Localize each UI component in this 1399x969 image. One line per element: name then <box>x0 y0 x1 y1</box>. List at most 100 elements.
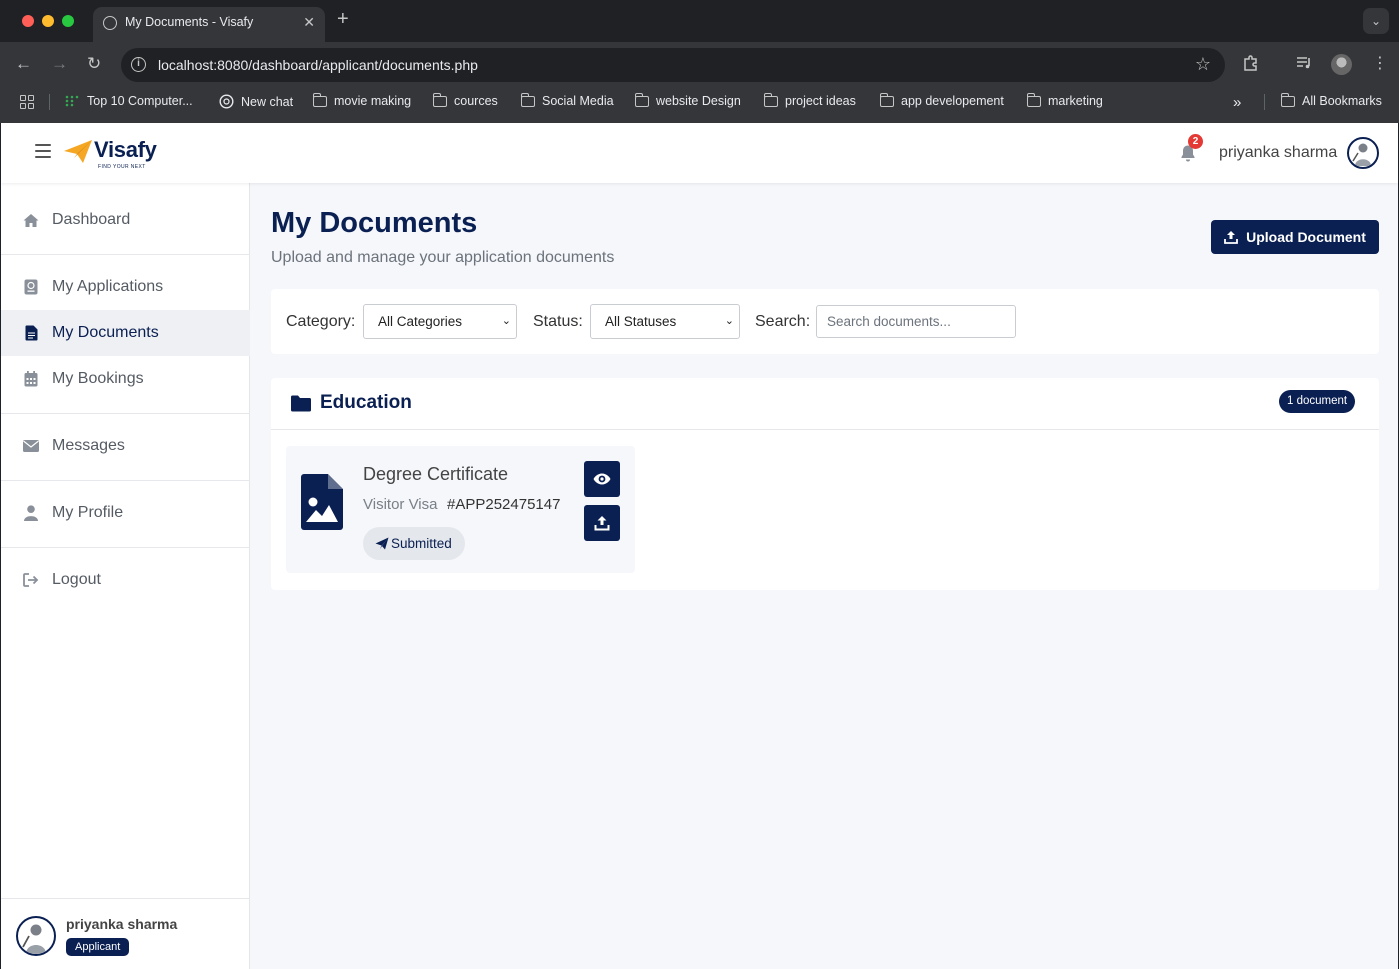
main-content: My Documents Upload and manage your appl… <box>251 183 1398 969</box>
chevron-down-icon: ⌄ <box>501 315 511 327</box>
media-control-icon[interactable] <box>1295 54 1313 78</box>
view-document-button[interactable] <box>584 461 620 497</box>
tab-title: My Documents - Visafy <box>125 15 254 29</box>
bookmark-folder[interactable]: website Design <box>634 92 741 108</box>
folder-icon <box>1280 92 1295 107</box>
status-select[interactable]: All Statuses ⌄ <box>590 304 740 339</box>
bookmark-folder[interactable]: project ideas <box>763 92 856 108</box>
sidebar-item-logout[interactable]: Logout <box>1 557 250 603</box>
upload-document-button[interactable]: Upload Document <box>1211 220 1379 254</box>
sidebar-avatar <box>16 916 56 956</box>
visa-type: Visitor Visa <box>363 496 438 513</box>
bookmark-item[interactable]: Top 10 Computer... <box>64 94 193 108</box>
notification-count-badge: 2 <box>1188 134 1203 149</box>
tab-strip: My Documents - Visafy ✕ + ⌄ <box>0 0 1399 42</box>
sidebar-item-dashboard[interactable]: Dashboard <box>1 197 250 243</box>
sidebar: Dashboard My Applications My Documents M… <box>1 183 250 969</box>
brand-logo[interactable]: Visafy FIND YOUR NEXT <box>63 135 163 175</box>
sidebar-item-my-documents[interactable]: My Documents <box>1 310 250 356</box>
user-icon <box>23 505 39 521</box>
search-label: Search: <box>755 313 811 330</box>
logout-icon <box>23 572 39 588</box>
bookmark-star-icon[interactable]: ☆ <box>1195 54 1211 75</box>
page-subtitle: Upload and manage your application docum… <box>271 249 615 266</box>
new-tab-button[interactable]: + <box>337 9 349 29</box>
document-category-panel: Education 1 document Degree Certificate … <box>271 378 1379 590</box>
sidebar-item-my-bookings[interactable]: My Bookings <box>1 356 250 402</box>
envelope-icon <box>23 438 39 454</box>
close-tab-icon[interactable]: ✕ <box>303 14 315 31</box>
chevron-down-icon: ⌄ <box>724 315 734 327</box>
extensions-icon[interactable] <box>1242 54 1260 78</box>
folder-icon <box>312 92 327 107</box>
upload-icon <box>594 516 610 531</box>
bookmark-folder[interactable]: marketing <box>1026 92 1103 108</box>
folder-icon <box>291 395 311 412</box>
sidebar-divider <box>1 254 250 255</box>
all-bookmarks-button[interactable]: All Bookmarks <box>1280 92 1382 108</box>
header-user-name[interactable]: priyanka sharma <box>1219 144 1337 162</box>
bookmarks-bar: Top 10 Computer... New chat movie making… <box>0 87 1399 117</box>
bookmark-folder[interactable]: Social Media <box>520 92 614 108</box>
maximize-window-button[interactable] <box>62 15 74 27</box>
sidebar-user-card[interactable]: priyanka sharma Applicant <box>1 898 250 969</box>
sidebar-divider <box>1 547 250 548</box>
bookmark-folder[interactable]: movie making <box>312 92 411 108</box>
category-select[interactable]: All Categories ⌄ <box>363 304 517 339</box>
url-text[interactable]: localhost:8080/dashboard/applicant/docum… <box>158 57 478 73</box>
bookmarks-overflow-button[interactable]: » <box>1233 94 1241 111</box>
category-header: Education 1 document <box>271 378 1379 430</box>
forward-arrow-icon[interactable]: → <box>51 54 68 74</box>
bookmark-folder[interactable]: cources <box>432 92 498 108</box>
folder-icon <box>1026 92 1041 107</box>
site-info-icon[interactable]: i <box>131 57 146 72</box>
browser-chrome: My Documents - Visafy ✕ + ⌄ ← → ↻ i loca… <box>0 0 1399 123</box>
application-reference: #APP252475147 <box>447 496 561 513</box>
reload-icon[interactable]: ↻ <box>87 54 101 74</box>
bookmark-folder[interactable]: app developement <box>879 92 1004 108</box>
eye-icon <box>593 473 611 485</box>
bookmark-item[interactable]: New chat <box>219 94 293 109</box>
chat-icon <box>219 94 234 109</box>
hamburger-menu-icon[interactable] <box>35 144 51 158</box>
globe-icon <box>103 16 117 30</box>
browser-toolbar: ← → ↻ i localhost:8080/dashboard/applica… <box>0 42 1399 87</box>
document-card[interactable]: Degree Certificate Visitor Visa #APP2524… <box>286 446 635 573</box>
category-title: Education <box>320 392 412 413</box>
status-filter-label: Status: <box>533 313 583 330</box>
folder-icon <box>520 92 535 107</box>
tab-search-button[interactable]: ⌄ <box>1363 8 1389 34</box>
sidebar-item-my-profile[interactable]: My Profile <box>1 490 250 536</box>
folder-icon <box>763 92 778 107</box>
header-avatar[interactable] <box>1347 137 1379 169</box>
sidebar-user-name: priyanka sharma <box>66 916 178 932</box>
document-count-badge: 1 document <box>1279 390 1356 413</box>
search-input[interactable]: Search documents... <box>816 305 1016 338</box>
reupload-document-button[interactable] <box>584 505 620 541</box>
back-arrow-icon[interactable]: ← <box>15 54 32 74</box>
filter-bar: Category: All Categories ⌄ Status: All S… <box>271 289 1379 354</box>
image-file-icon <box>301 474 343 530</box>
status-badge: Submitted <box>363 527 465 560</box>
folder-icon <box>634 92 649 107</box>
folder-icon <box>432 92 447 107</box>
sidebar-item-my-applications[interactable]: My Applications <box>1 264 250 310</box>
sidebar-item-messages[interactable]: Messages <box>1 423 250 469</box>
calendar-icon <box>23 371 39 387</box>
close-window-button[interactable] <box>22 15 34 27</box>
category-filter-label: Category: <box>286 313 356 330</box>
paper-plane-logo-icon <box>64 140 92 163</box>
home-icon <box>23 212 39 228</box>
bookmarks-divider <box>1264 94 1265 110</box>
browser-profile-avatar[interactable] <box>1331 54 1352 75</box>
app-header: Visafy FIND YOUR NEXT 2 priyanka sharma <box>1 123 1398 183</box>
minimize-window-button[interactable] <box>42 15 54 27</box>
paper-plane-icon <box>375 537 389 550</box>
passport-icon <box>23 279 39 295</box>
address-bar[interactable]: i localhost:8080/dashboard/applicant/doc… <box>121 48 1225 82</box>
folder-icon <box>879 92 894 107</box>
sidebar-divider <box>1 413 250 414</box>
document-name: Degree Certificate <box>363 464 509 484</box>
browser-tab[interactable]: My Documents - Visafy ✕ <box>93 7 325 42</box>
browser-menu-icon[interactable]: ⋮ <box>1372 54 1388 74</box>
